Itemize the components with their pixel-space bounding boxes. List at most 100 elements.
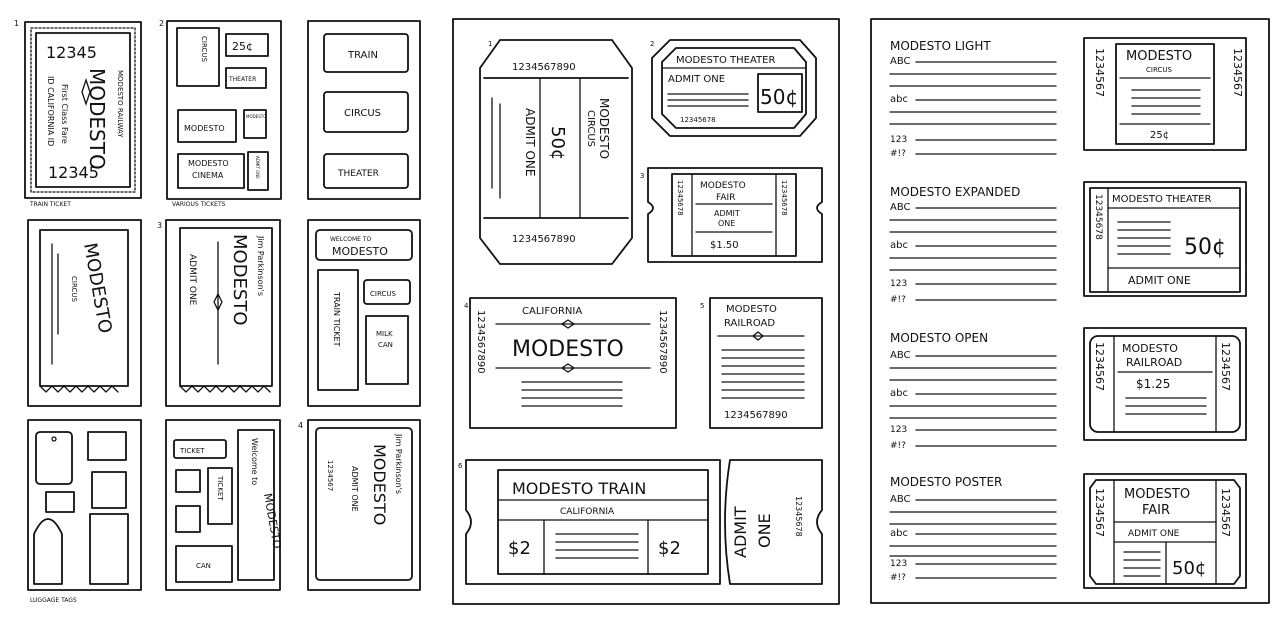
luggage-tags-sketch: LUGGAGE TAGS [27, 419, 142, 604]
s2-num-3: 3 [640, 172, 644, 180]
jim2-side: ADMIT ONE [350, 466, 359, 512]
t3-nums-l: 12345678 [676, 180, 684, 216]
st1-nums-l: 1234567 [1093, 48, 1106, 97]
specimen-ticket-theater: MODESTO THEATER 50¢ ADMIT ONE 12345678 [1083, 181, 1247, 297]
s2-num-1: 1 [488, 40, 492, 48]
st4-admit: ADMIT ONE [1128, 529, 1180, 539]
t1-top: 1234567890 [512, 62, 576, 73]
t5-l1: MODESTO [726, 304, 777, 315]
specimen-digits: 123 [890, 559, 907, 569]
list-circus: CIRCUS [344, 108, 381, 119]
jim-top: Jim Parkinson's [256, 235, 265, 296]
t6-title: MODESTO TRAIN [512, 479, 646, 498]
t3-nums-r: 12345678 [780, 180, 788, 216]
various-cinema-top: MODESTO [188, 159, 229, 168]
t6-price-l: $2 [508, 538, 531, 559]
st3-nums-l: 1234567 [1093, 342, 1106, 391]
t1-price: 50¢ [547, 126, 568, 160]
various-modesto: MODESTO [184, 124, 225, 133]
s2-num-2: 2 [650, 40, 654, 48]
t3-l4: ONE [718, 219, 735, 228]
list-theater: THEATER [337, 169, 379, 179]
st4-title: MODESTO [1124, 487, 1190, 502]
t3-l1: MODESTO [700, 181, 746, 191]
t3-l3: ADMIT [714, 209, 740, 218]
welcome-train: TRAIN TICKET [332, 291, 341, 347]
st4-sub: FAIR [1142, 503, 1170, 518]
various-small-b: ADMIT ONE [255, 156, 260, 179]
jim-main: MODESTO [229, 234, 250, 326]
various-theater: THEATER [228, 76, 256, 83]
jim2-ticket-sketch: 4 Jim Parkinson's MODESTO ADMIT ONE 1234… [298, 419, 421, 591]
circus-title: MODESTO [79, 241, 116, 335]
t1-circus: CIRCUS [585, 110, 596, 147]
mix-welcome: Welcome to [250, 438, 259, 485]
st3-sub: RAILROAD [1126, 356, 1182, 369]
font-specimen-sheet: MODESTO LIGHT ABC abc 123 #!? MODESTO EX… [870, 18, 1272, 606]
t2-admit: ADMIT ONE [668, 74, 725, 85]
jim2-top: Jim Parkinson's [394, 433, 403, 494]
specimen-name: MODESTO LIGHT [890, 39, 991, 53]
specimen-abc-upper: ABC [890, 202, 911, 213]
welcome-banner-main: MODESTO [332, 245, 388, 258]
t5-nums: 1234567890 [724, 410, 788, 421]
sheet2-ticket-6: 6 MODESTO TRAIN CALIFORNIA $2 $2 ADMIT O… [458, 459, 823, 585]
welcome-banner-top: WELCOME TO [330, 236, 372, 243]
mixed-tickets-sketch: TICKET TICKET CAN Welcome to MODESTO [165, 419, 284, 591]
t2-title: MODESTO THEATER [676, 55, 775, 66]
list-train: TRAIN [347, 50, 378, 61]
st4-price: 50¢ [1172, 558, 1206, 579]
specimen-name: MODESTO OPEN [890, 331, 988, 345]
st3-nums-r: 1234567 [1219, 342, 1232, 391]
sketch-sheet-2: 1 1234567890 1234567890 ADMIT ONE 50¢ MO… [452, 18, 842, 606]
specimen-abc-lower: abc [890, 240, 908, 251]
caption-train-ticket: TRAIN TICKET [29, 201, 71, 208]
specimen-abc-upper: ABC [890, 350, 911, 361]
specimen-abc-lower: abc [890, 94, 908, 105]
jim2-main: MODESTO [370, 444, 389, 525]
specimen-name: MODESTO POSTER [890, 475, 1002, 489]
sketch-sheet-1: 1 12345 12345 MODESTO First Class Fare I… [12, 14, 424, 606]
train-num-top: 12345 [46, 43, 97, 62]
sheet2-ticket-2: 2 MODESTO THEATER ADMIT ONE 50¢ 12345678 [650, 39, 817, 137]
various-circus: CIRCUS [200, 36, 208, 62]
t3-l2: FAIR [716, 193, 735, 203]
specimen-expanded: MODESTO EXPANDED ABC abc 123 #!? [889, 185, 1057, 305]
mix-can: CAN [196, 562, 211, 570]
t4-main: MODESTO [512, 337, 624, 362]
s2-num-6: 6 [458, 462, 463, 470]
st2-title: MODESTO THEATER [1112, 194, 1211, 205]
sketch-num-3: 3 [157, 221, 162, 230]
train-ticket-sketch: 1 12345 12345 MODESTO First Class Fare I… [14, 19, 142, 208]
t6-nums: 12345678 [794, 496, 803, 537]
welcome-milk1: MILK [376, 330, 393, 338]
train-left-text2: ID CALIFORNIA ID [46, 76, 55, 146]
specimen-light: MODESTO LIGHT ABC abc 123 #!? [889, 39, 1057, 159]
sheet2-ticket-1: 1 1234567890 1234567890 ADMIT ONE 50¢ MO… [479, 39, 633, 265]
sheet2-ticket-4: 4 CALIFORNIA MODESTO 1234567890 12345678… [464, 297, 677, 429]
st2-admit: ADMIT ONE [1128, 274, 1191, 287]
specimen-open: MODESTO OPEN ABC abc 123 #!? [889, 331, 1057, 451]
train-right-text: MODESTO RAILWAY [116, 70, 124, 138]
mix-ticket2: TICKET [216, 475, 224, 501]
train-center-label: MODESTO [85, 68, 109, 170]
specimen-digits: 123 [890, 279, 907, 289]
various-price: 25¢ [232, 40, 253, 53]
st1-price: 25¢ [1150, 130, 1169, 141]
train-left-text: First Class Fare [60, 84, 69, 144]
specimen-digits: 123 [890, 425, 907, 435]
circus-ticket-sketch: MODESTO CIRCUS [27, 219, 142, 407]
specimen-abc-lower: abc [890, 528, 908, 539]
t6-admit2: ONE [755, 513, 774, 548]
specimen-ticket-railroad: MODESTO RAILROAD $1.25 1234567 1234567 [1083, 327, 1247, 441]
specimen-poster: MODESTO POSTER ABC abc 123 #!? [889, 475, 1057, 583]
st4-nums-l: 1234567 [1093, 488, 1106, 537]
specimen-abc-upper: ABC [890, 494, 911, 505]
t1-bottom: 1234567890 [512, 234, 576, 245]
various-tickets-sketch: 2 CIRCUS 25¢ THEATER MODESTO MODESTO MOD… [159, 19, 282, 208]
t4-nums-l: 1234567890 [475, 310, 486, 374]
sketch-num-2: 2 [159, 19, 164, 28]
circus-sub: CIRCUS [70, 276, 78, 302]
welcome-circus: CIRCUS [370, 290, 396, 298]
t6-admit1: ADMIT [731, 506, 750, 558]
